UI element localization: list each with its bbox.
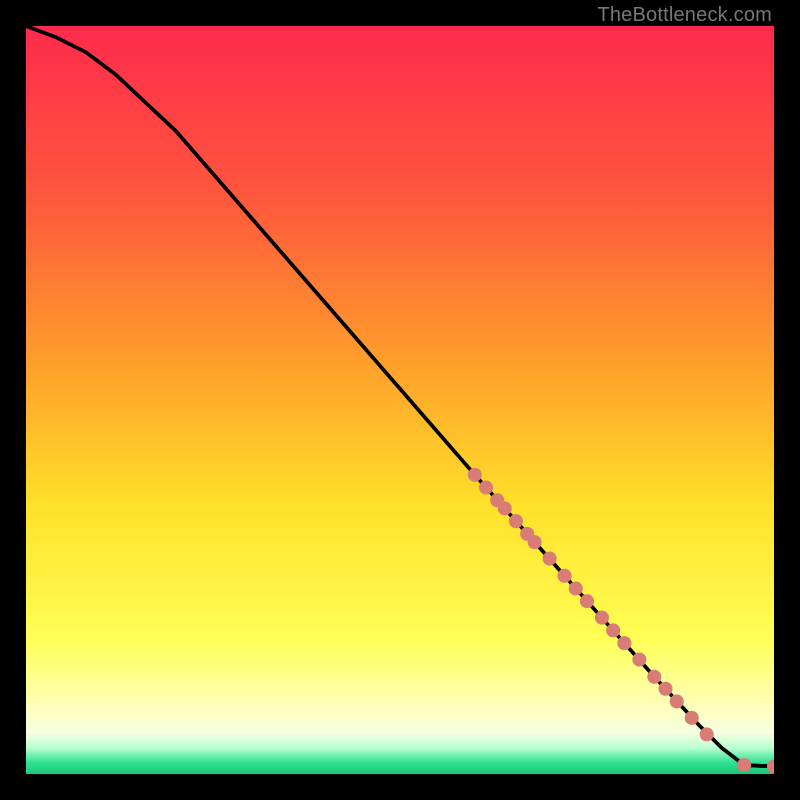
data-dot (700, 727, 714, 741)
data-dot (685, 711, 699, 725)
data-dot (580, 594, 594, 608)
data-dot (659, 682, 673, 696)
main-curve (26, 26, 774, 767)
data-dot (670, 694, 684, 708)
data-dot (498, 501, 512, 515)
data-dot (606, 623, 620, 637)
data-dot (569, 581, 583, 595)
data-dot (479, 480, 493, 494)
data-dot (468, 468, 482, 482)
data-dot (632, 653, 646, 667)
data-dot (558, 569, 572, 583)
chart-stage: TheBottleneck.com (0, 0, 800, 800)
curve-layer (26, 26, 774, 774)
data-dot (617, 636, 631, 650)
data-dot (737, 758, 751, 772)
plot-area (26, 26, 774, 774)
watermark-text: TheBottleneck.com (597, 4, 772, 27)
data-dot (528, 535, 542, 549)
data-dot (509, 514, 523, 528)
data-dot (543, 552, 557, 566)
data-dot (595, 611, 609, 625)
data-dot (647, 670, 661, 684)
data-dot (767, 759, 774, 773)
data-dots (468, 468, 774, 774)
